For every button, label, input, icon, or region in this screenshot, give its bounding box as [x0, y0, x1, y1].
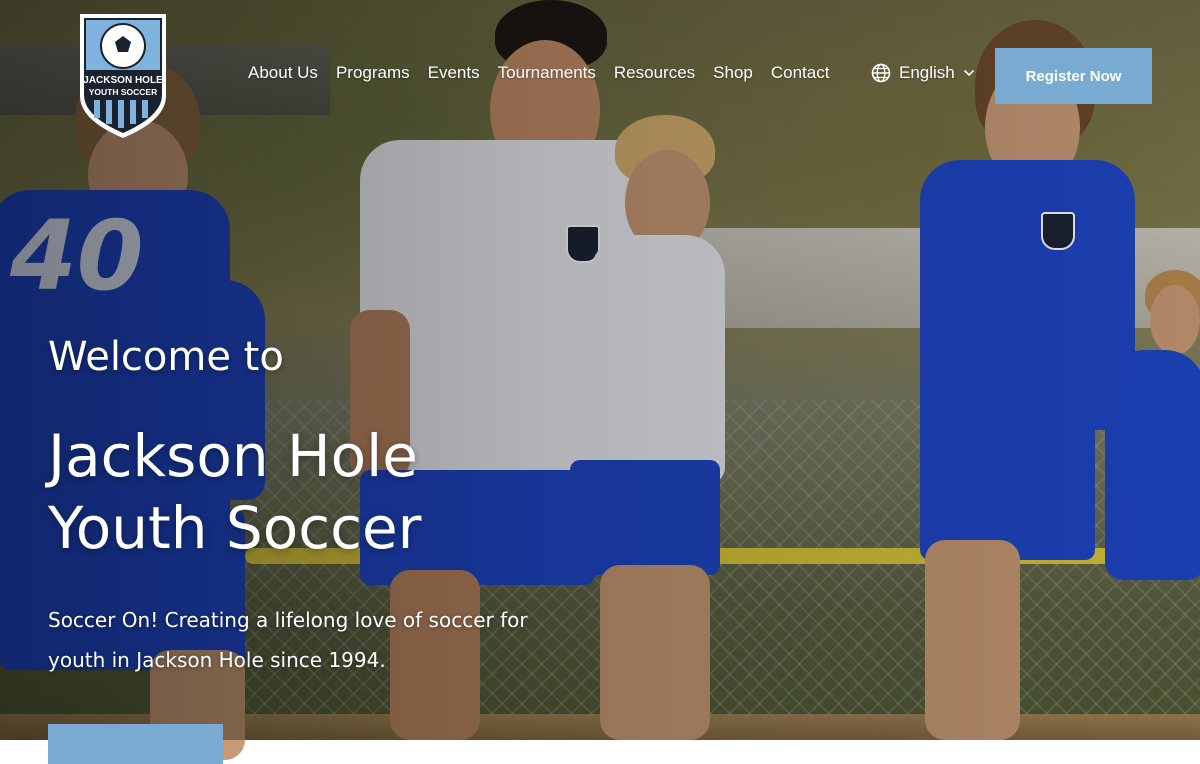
hero-title: Jackson Hole Youth Soccer [48, 420, 568, 564]
site-logo[interactable]: JACKSON HOLE YOUTH SOCCER [78, 12, 168, 140]
register-now-button[interactable]: Register Now [995, 48, 1152, 104]
nav-shop[interactable]: Shop [713, 63, 753, 83]
language-selector[interactable]: English [871, 63, 975, 83]
hero-welcome-text: Welcome to [48, 334, 284, 380]
shield-logo-icon: JACKSON HOLE YOUTH SOCCER [80, 14, 166, 138]
logo-text-line2: YOUTH SOCCER [89, 87, 157, 97]
hero-cta-button[interactable] [48, 724, 223, 764]
hero-tagline: Soccer On! Creating a lifelong love of s… [48, 608, 528, 672]
nav-about-us[interactable]: About Us [248, 63, 318, 83]
hero-title-line1: Jackson Hole [48, 422, 418, 490]
globe-icon [871, 63, 891, 83]
main-navigation: About Us Programs Events Tournaments Res… [248, 63, 847, 83]
nav-tournaments[interactable]: Tournaments [498, 63, 596, 83]
chevron-down-icon [963, 69, 974, 77]
nav-programs[interactable]: Programs [336, 63, 410, 83]
nav-events[interactable]: Events [428, 63, 480, 83]
language-label: English [899, 63, 955, 82]
nav-resources[interactable]: Resources [614, 63, 695, 83]
logo-text-line1: JACKSON HOLE [83, 75, 163, 86]
nav-contact[interactable]: Contact [771, 63, 830, 83]
hero-title-line2: Youth Soccer [48, 494, 422, 562]
